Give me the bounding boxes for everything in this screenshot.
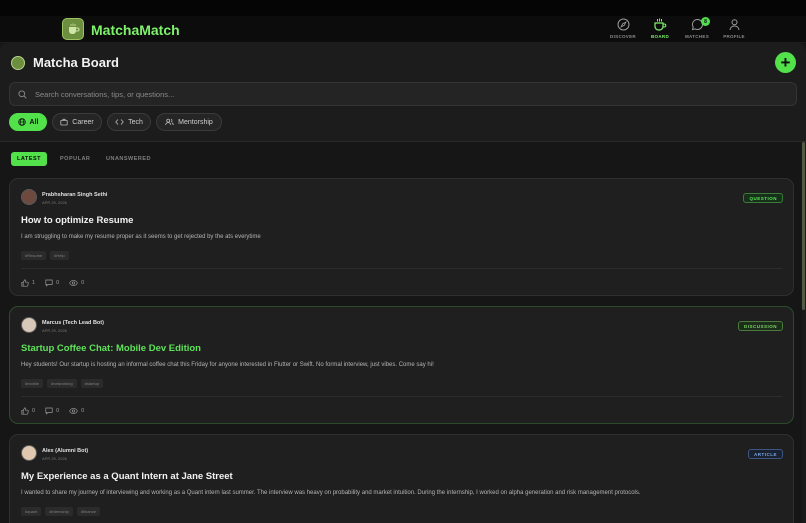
comment-count: 0 (56, 280, 60, 286)
post-author[interactable]: Marcus (Tech Lead Bot) (42, 320, 104, 326)
view-stat: 0 (69, 407, 84, 415)
post-date: APR 29, 2026 (42, 200, 67, 205)
window-top-strip (0, 0, 806, 16)
briefcase-icon (60, 118, 68, 126)
post-title[interactable]: Startup Coffee Chat: Mobile Dev Edition (21, 343, 201, 354)
comment-icon (45, 279, 53, 287)
eye-icon (69, 407, 78, 415)
post-tag[interactable]: #quant (21, 507, 42, 516)
add-post-button[interactable]: + (775, 52, 796, 73)
post-tag[interactable]: #finance (76, 507, 100, 516)
post-date: APR 29, 2026 (42, 328, 67, 333)
filter-chip-label: Career (72, 118, 94, 126)
search-input[interactable] (35, 89, 735, 99)
post-author[interactable]: Alex (Alumni Bot) (42, 448, 88, 454)
card-divider (21, 396, 782, 397)
coffee-cup-icon (654, 18, 667, 31)
nav-discover-label: DISCOVER (610, 34, 636, 39)
comment-button[interactable]: 0 (45, 407, 59, 415)
post-type-badge: ARTICLE (748, 449, 783, 459)
search-bar[interactable] (9, 82, 797, 106)
comment-button[interactable]: 0 (45, 279, 59, 287)
filter-chip-all[interactable]: All (9, 113, 47, 131)
matches-count-badge: 8 (701, 17, 710, 26)
globe-icon (17, 118, 26, 126)
nav-profile[interactable]: PROFILE (714, 18, 754, 42)
card-divider (21, 268, 782, 269)
post-type-badge: DISCUSSION (737, 321, 783, 331)
post-title[interactable]: My Experience as a Quant Intern at Jane … (21, 471, 233, 482)
post-stats: 0 0 0 (21, 407, 84, 415)
filter-chip-tech[interactable]: Tech (107, 113, 151, 131)
post-tag[interactable]: #Resume (21, 251, 47, 260)
post-tag[interactable]: #startup (80, 379, 104, 388)
tab-unanswered[interactable]: UNANSWERED (100, 152, 157, 166)
post-tags: #Resume #Help (21, 251, 69, 260)
post-date: APR 29, 2026 (42, 456, 67, 461)
like-button[interactable]: 1 (21, 279, 35, 287)
like-button[interactable]: 0 (21, 407, 35, 415)
nav-board-label: BOARD (651, 34, 669, 39)
matcha-board-icon (11, 56, 25, 70)
filter-chip-label: All (29, 118, 39, 126)
avatar[interactable] (21, 317, 37, 333)
view-count: 0 (81, 280, 85, 286)
tab-popular[interactable]: POPULAR (54, 152, 96, 166)
thumbs-up-icon (21, 407, 29, 415)
nav-discover[interactable]: DISCOVER (603, 18, 643, 42)
like-count: 1 (32, 280, 36, 286)
post-tag[interactable]: #internship (45, 507, 73, 516)
view-count: 0 (81, 408, 85, 414)
post-author[interactable]: Prabhsharan Singh Sethi (42, 192, 107, 198)
post-card[interactable]: Marcus (Tech Lead Bot) APR 29, 2026 DISC… (9, 306, 794, 424)
filter-chip-label: Tech (128, 118, 143, 126)
top-nav-bar: MatchaMatch DISCOVER BOARD 8 MATCHES PRO… (0, 0, 806, 43)
post-tags: #mobile #networking #startup (21, 379, 104, 388)
post-tag[interactable]: #Help (50, 251, 69, 260)
nav-board[interactable]: BOARD (640, 18, 680, 42)
user-icon (729, 19, 739, 31)
post-tags: #quant #internship #finance (21, 507, 100, 516)
post-body: I am struggling to make my resume proper… (21, 234, 261, 240)
post-type-badge: QUESTION (743, 193, 783, 203)
tab-latest[interactable]: LATEST (11, 152, 47, 166)
code-icon (115, 119, 124, 125)
filter-chip-label: Mentorship (178, 118, 213, 126)
page-title: Matcha Board (33, 55, 119, 70)
post-card[interactable]: Prabhsharan Singh Sethi APR 29, 2026 QUE… (9, 178, 794, 296)
comment-count: 0 (56, 408, 60, 414)
search-icon (18, 89, 27, 99)
view-stat: 0 (69, 279, 84, 287)
post-stats: 1 0 0 (21, 279, 84, 287)
post-tag[interactable]: #mobile (21, 379, 44, 388)
filter-chip-career[interactable]: Career (52, 113, 102, 131)
avatar[interactable] (21, 445, 37, 461)
users-icon (165, 118, 174, 126)
app-logo-icon[interactable] (62, 18, 84, 40)
post-title[interactable]: How to optimize Resume (21, 215, 133, 226)
avatar[interactable] (21, 189, 37, 205)
feed-scrollbar-thumb[interactable] (802, 142, 805, 310)
comment-icon (45, 407, 53, 415)
nav-matches-label: MATCHES (684, 34, 709, 39)
eye-icon (69, 279, 78, 287)
filter-chip-mentorship[interactable]: Mentorship (156, 113, 222, 131)
post-body: I wanted to share my journey of intervie… (21, 490, 641, 496)
app-name[interactable]: MatchaMatch (91, 22, 180, 38)
compass-icon (617, 18, 629, 31)
nav-profile-label: PROFILE (723, 34, 745, 39)
thumbs-up-icon (21, 279, 29, 287)
post-body: Hey students! Our startup is hosting an … (21, 362, 434, 368)
post-card[interactable]: Alex (Alumni Bot) APR 29, 2026 ARTICLE M… (9, 434, 794, 523)
like-count: 0 (32, 408, 36, 414)
post-tag[interactable]: #networking (47, 379, 77, 388)
nav-matches[interactable]: 8 MATCHES (677, 17, 717, 42)
